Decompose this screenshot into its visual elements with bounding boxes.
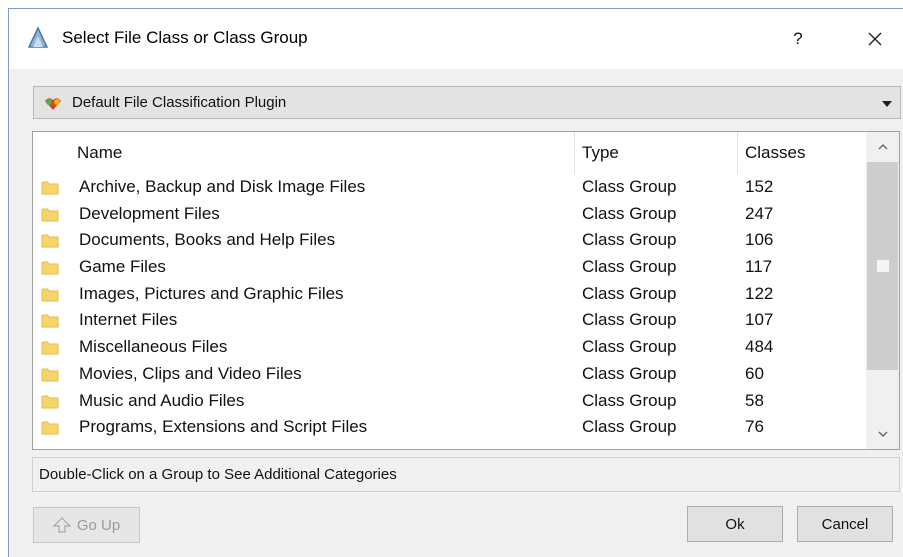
app-icon	[27, 26, 49, 48]
cancel-label: Cancel	[821, 515, 869, 533]
folder-icon	[41, 395, 59, 408]
chevron-down-icon	[878, 431, 887, 437]
row-classes: 76	[745, 417, 764, 437]
plugin-dropdown[interactable]: Default File Classification Plugin	[33, 86, 901, 119]
folder-icon	[41, 288, 59, 302]
list-item[interactable]: Game Files Class Group 117	[33, 254, 867, 281]
list-rows: Archive, Backup and Disk Image Files Clas…	[33, 174, 867, 441]
close-button[interactable]	[852, 21, 898, 57]
scroll-thumb[interactable]	[867, 162, 898, 370]
arrow-up-icon	[52, 517, 71, 533]
row-classes: 152	[745, 177, 774, 196]
row-classes: 107	[745, 310, 774, 330]
folder-icon	[41, 208, 59, 222]
status-bar: Double-Click on a Group to See Additiona…	[32, 457, 900, 492]
row-type: Class Group	[582, 310, 677, 330]
file-class-list[interactable]: Name Type Classes Archive, Backup and Di…	[32, 131, 900, 450]
row-type: Class Group	[582, 257, 677, 277]
list-item[interactable]: Internet Files Class Group 107	[33, 307, 867, 334]
row-classes: 484	[745, 337, 774, 357]
folder-icon	[41, 234, 59, 248]
folder-icon	[41, 421, 59, 435]
column-header-name[interactable]: Name	[69, 132, 569, 174]
select-file-class-dialog: Select File Class or Class Group ? Defau…	[8, 8, 903, 557]
status-text: Double-Click on a Group to See Additiona…	[39, 466, 397, 483]
row-classes: 117	[745, 257, 773, 277]
chevron-up-icon	[878, 144, 887, 150]
list-item[interactable]: Documents, Books and Help Files Class Gro…	[33, 227, 867, 254]
row-name: Archive, Backup and Disk Image Files	[79, 177, 366, 196]
folder-icon	[41, 368, 59, 382]
row-type: Class Group	[582, 203, 677, 223]
row-name: Miscellaneous Files	[79, 337, 228, 357]
row-type: Class Group	[582, 363, 677, 383]
window-title: Select File Class or Class Group	[62, 28, 308, 47]
row-classes: 247	[745, 203, 774, 223]
folder-icon	[41, 341, 59, 355]
plugin-icon	[45, 98, 61, 110]
row-type: Class Group	[582, 390, 677, 410]
list-item[interactable]: Images, Pictures and Graphic Files Class …	[33, 281, 867, 308]
row-type: Class Group	[582, 283, 677, 303]
row-name: Images, Pictures and Graphic Files	[79, 283, 344, 303]
go-up-label: Go Up	[76, 516, 121, 534]
list-item[interactable]: Development Files Class Group 247	[33, 201, 867, 228]
row-type: Class Group	[582, 337, 677, 357]
scroll-up-button[interactable]	[866, 132, 899, 162]
row-classes: 58	[745, 390, 764, 410]
scroll-thumb-grip	[877, 260, 889, 272]
list-item[interactable]: Archive, Backup and Disk Image Files Clas…	[33, 174, 867, 201]
row-classes: 106	[745, 230, 774, 250]
row-name: Music and Audio Files	[79, 390, 245, 410]
row-classes: 122	[745, 283, 774, 303]
list-item[interactable]: Movies, Clips and Video Files Class Group…	[33, 361, 867, 388]
vertical-scrollbar[interactable]	[866, 132, 899, 449]
help-button[interactable]: ?	[775, 21, 821, 57]
list-item[interactable]: Programs, Extensions and Script Files Cla…	[33, 414, 867, 441]
row-classes: 60	[745, 363, 764, 383]
go-up-button[interactable]: Go Up	[33, 507, 140, 543]
row-name: Development Files	[79, 203, 220, 223]
row-type: Class Group	[582, 177, 677, 196]
plugin-selected-value: Default File Classification Plugin	[72, 94, 287, 111]
row-type: Class Group	[582, 417, 677, 437]
row-name: Game Files	[79, 257, 166, 277]
list-item[interactable]: Miscellaneous Files Class Group 484	[33, 334, 867, 361]
help-label: ?	[793, 29, 803, 48]
list-item[interactable]: Music and Audio Files Class Group 58	[33, 388, 867, 415]
cancel-button[interactable]: Cancel	[797, 506, 893, 542]
row-name: Documents, Books and Help Files	[79, 230, 336, 250]
chevron-down-icon	[882, 101, 892, 107]
folder-icon	[41, 261, 59, 275]
list-header: Name Type Classes	[33, 132, 867, 174]
row-name: Internet Files	[79, 310, 178, 330]
row-name: Programs, Extensions and Script Files	[79, 417, 368, 437]
ok-button[interactable]: Ok	[687, 506, 783, 542]
column-header-classes[interactable]: Classes	[737, 132, 867, 174]
row-name: Movies, Clips and Video Files	[79, 363, 302, 383]
folder-icon	[41, 314, 59, 328]
column-header-type[interactable]: Type	[574, 132, 737, 174]
folder-icon	[41, 181, 59, 195]
scroll-down-button[interactable]	[866, 419, 899, 449]
close-icon	[868, 32, 882, 46]
title-bar[interactable]: Select File Class or Class Group ?	[9, 9, 903, 69]
ok-label: Ok	[725, 515, 745, 533]
row-type: Class Group	[582, 230, 677, 250]
